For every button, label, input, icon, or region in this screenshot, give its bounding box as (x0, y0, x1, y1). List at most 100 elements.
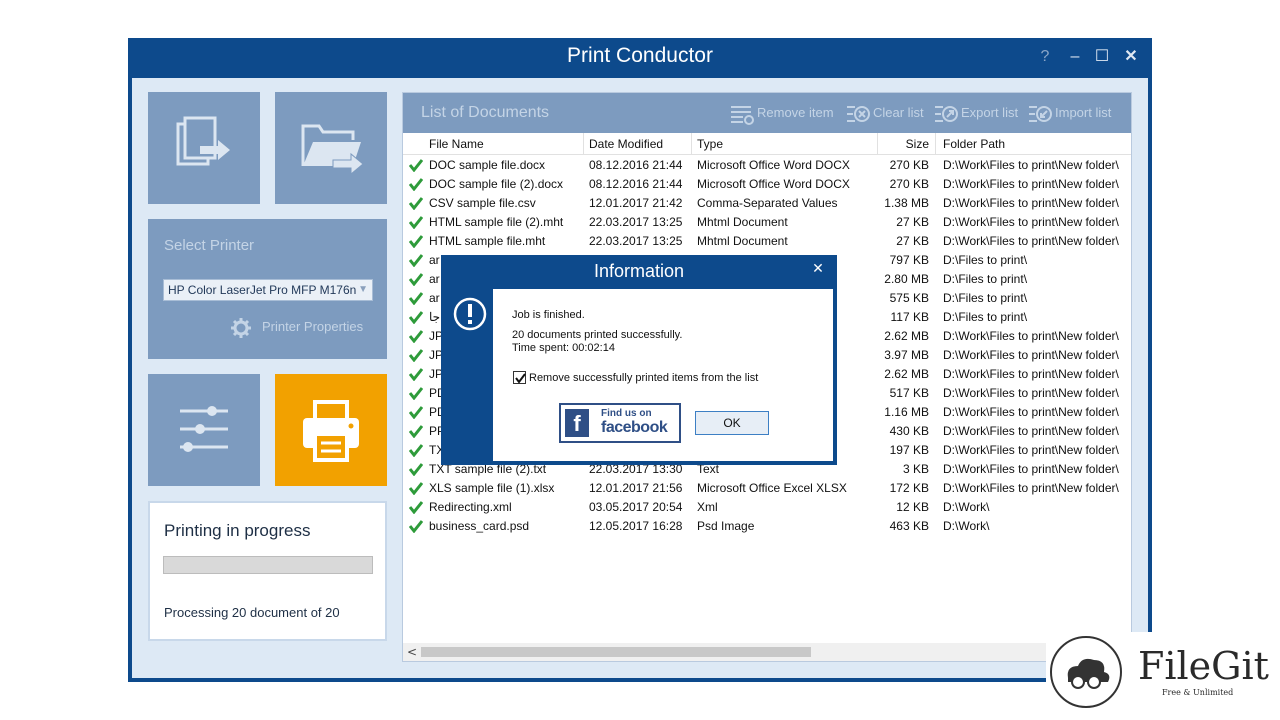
cell-type: Microsoft Office Word DOCX (697, 177, 850, 191)
remove-item-icon (731, 106, 754, 125)
checkmark-icon (409, 349, 423, 362)
cell-size: 12 KB (896, 500, 929, 514)
checkmark-icon (409, 178, 423, 191)
print-button[interactable] (275, 374, 387, 486)
progress-fill (164, 557, 372, 573)
table-row[interactable]: CSV sample file.csv 12.01.2017 21:42 Comma… (403, 194, 1131, 213)
checkmark-icon (515, 373, 526, 384)
cell-folder-path: D:\Work\Files to print\New folder\ (943, 386, 1119, 400)
column-header-name[interactable]: File Name (429, 137, 484, 151)
checkmark-icon (409, 482, 423, 495)
cell-size: 3 KB (902, 462, 929, 476)
title-bar: Print Conductor ? – ☐ ✕ (128, 38, 1152, 76)
cell-file-name: CSV sample file.csv (429, 196, 536, 210)
facebook-logo-icon: f (565, 409, 589, 437)
cell-type: Microsoft Office Word DOCX (697, 158, 850, 172)
cell-folder-path: D:\Work\Files to print\New folder\ (943, 462, 1119, 476)
progress-status: Processing 20 document of 20 (164, 605, 340, 620)
cell-folder-path: D:\Work\Files to print\New folder\ (943, 405, 1119, 419)
cell-folder-path: D:\Work\Files to print\New folder\ (943, 234, 1119, 248)
import-list-icon (1029, 106, 1052, 122)
remove-printed-checkbox[interactable] (513, 371, 526, 384)
add-files-button[interactable] (148, 92, 260, 204)
checkmark-icon (409, 292, 423, 305)
table-row[interactable]: HTML sample file (2).mht 22.03.2017 13:25… (403, 213, 1131, 232)
column-header-date[interactable]: Date Modified (589, 137, 663, 151)
checkmark-icon (409, 216, 423, 229)
export-list-label: Export list (961, 105, 1019, 120)
cell-type: Comma-Separated Values (697, 196, 838, 210)
clear-list-icon (847, 106, 870, 122)
cell-folder-path: D:\Work\ (943, 500, 990, 514)
cell-date-modified: 12.05.2017 16:28 (589, 519, 683, 533)
cell-size: 172 KB (889, 481, 929, 495)
cell-folder-path: D:\Work\Files to print\New folder\ (943, 177, 1119, 191)
ok-button[interactable]: OK (695, 411, 769, 435)
printer-panel: Select Printer HP Color LaserJet Pro MFP… (148, 219, 387, 359)
cell-folder-path: D:\Files to print\ (943, 253, 1028, 267)
checkmark-icon (409, 406, 423, 419)
settings-button[interactable] (148, 374, 260, 486)
checkmark-icon (409, 159, 423, 172)
cell-date-modified: 12.01.2017 21:42 (589, 196, 683, 210)
cell-file-name: business_card.psd (429, 519, 530, 533)
table-row[interactable]: business_card.psd 12.05.2017 16:28 Psd Ima… (403, 517, 1131, 536)
clear-list-label: Clear list (873, 105, 924, 120)
cell-file-name: XLS sample file (1).xlsx (429, 481, 555, 495)
add-folder-button[interactable] (275, 92, 387, 204)
table-row[interactable]: DOC sample file.docx 08.12.2016 21:44 Micr… (403, 156, 1131, 175)
cell-folder-path: D:\Work\Files to print\New folder\ (943, 481, 1119, 495)
table-row[interactable]: XLS sample file (1).xlsx 12.01.2017 21:56… (403, 479, 1131, 498)
printer-icon (303, 400, 359, 462)
sliders-icon (180, 406, 228, 452)
cell-file-name: DOC sample file.docx (429, 158, 546, 172)
dialog-body: Job is finished. 20 documents printed su… (493, 289, 833, 461)
cell-type: Mhtml Document (697, 215, 788, 229)
cell-folder-path: D:\Files to print\ (943, 272, 1028, 286)
scroll-left-icon[interactable]: < (407, 643, 417, 661)
table-row[interactable]: HTML sample file.mht 22.03.2017 13:25 Mhtm… (403, 232, 1131, 251)
table-row[interactable]: Redirecting.xml 03.05.2017 20:54 Xml 12 KB D… (403, 498, 1131, 517)
column-header-size[interactable]: Size (873, 137, 929, 151)
cell-date-modified: 22.03.2017 13:25 (589, 234, 683, 248)
cell-file-name: Redirecting.xml (429, 500, 512, 514)
column-header-path[interactable]: Folder Path (943, 137, 1005, 151)
cell-size: 575 KB (889, 291, 929, 305)
add-files-icon (176, 116, 230, 166)
dialog-message-finished: Job is finished. (512, 309, 585, 321)
export-list-icon (935, 106, 958, 122)
help-icon[interactable]: ? (1034, 46, 1056, 68)
select-printer-label: Select Printer (164, 237, 255, 254)
add-folder-icon (301, 124, 364, 176)
cell-size: 197 KB (889, 443, 929, 457)
progress-bar (163, 556, 373, 574)
scrollbar-thumb[interactable] (421, 647, 811, 657)
cell-folder-path: D:\Files to print\ (943, 291, 1028, 305)
import-list-label: Import list (1055, 105, 1112, 120)
column-header-type[interactable]: Type (697, 137, 723, 151)
facebook-button[interactable]: f Find us on facebook (559, 403, 681, 443)
progress-title: Printing in progress (164, 521, 311, 540)
close-button[interactable]: ✕ (1120, 46, 1142, 68)
cell-type: Microsoft Office Excel XLSX (697, 481, 847, 495)
table-row[interactable]: DOC sample file (2).docx 08.12.2016 21:44… (403, 175, 1131, 194)
checkmark-icon (409, 330, 423, 343)
cell-folder-path: D:\Work\Files to print\New folder\ (943, 348, 1119, 362)
printer-properties-label: Printer Properties (262, 319, 364, 334)
horizontal-scrollbar[interactable]: < (403, 643, 1131, 661)
column-headers: File Name Date Modified Type Size Folder… (403, 133, 1131, 155)
cell-size: 270 KB (889, 177, 929, 191)
dialog-close-button[interactable]: ✕ (809, 261, 827, 281)
cell-size: 2.62 MB (884, 367, 929, 381)
dialog-message-count: 20 documents printed successfully. (512, 329, 683, 341)
minimize-button[interactable]: – (1064, 46, 1086, 68)
remove-printed-label[interactable]: Remove successfully printed items from t… (529, 372, 758, 384)
maximize-button[interactable]: ☐ (1091, 46, 1113, 68)
cell-date-modified: 08.12.2016 21:44 (589, 158, 683, 172)
checkmark-icon (409, 368, 423, 381)
cell-size: 3.97 MB (884, 348, 929, 362)
cell-size: 797 KB (889, 253, 929, 267)
printer-select[interactable]: HP Color LaserJet Pro MFP M176n ▼ (163, 279, 373, 301)
filegit-tagline: Free & Unlimited (1162, 688, 1234, 697)
chevron-down-icon: ▼ (358, 284, 368, 295)
